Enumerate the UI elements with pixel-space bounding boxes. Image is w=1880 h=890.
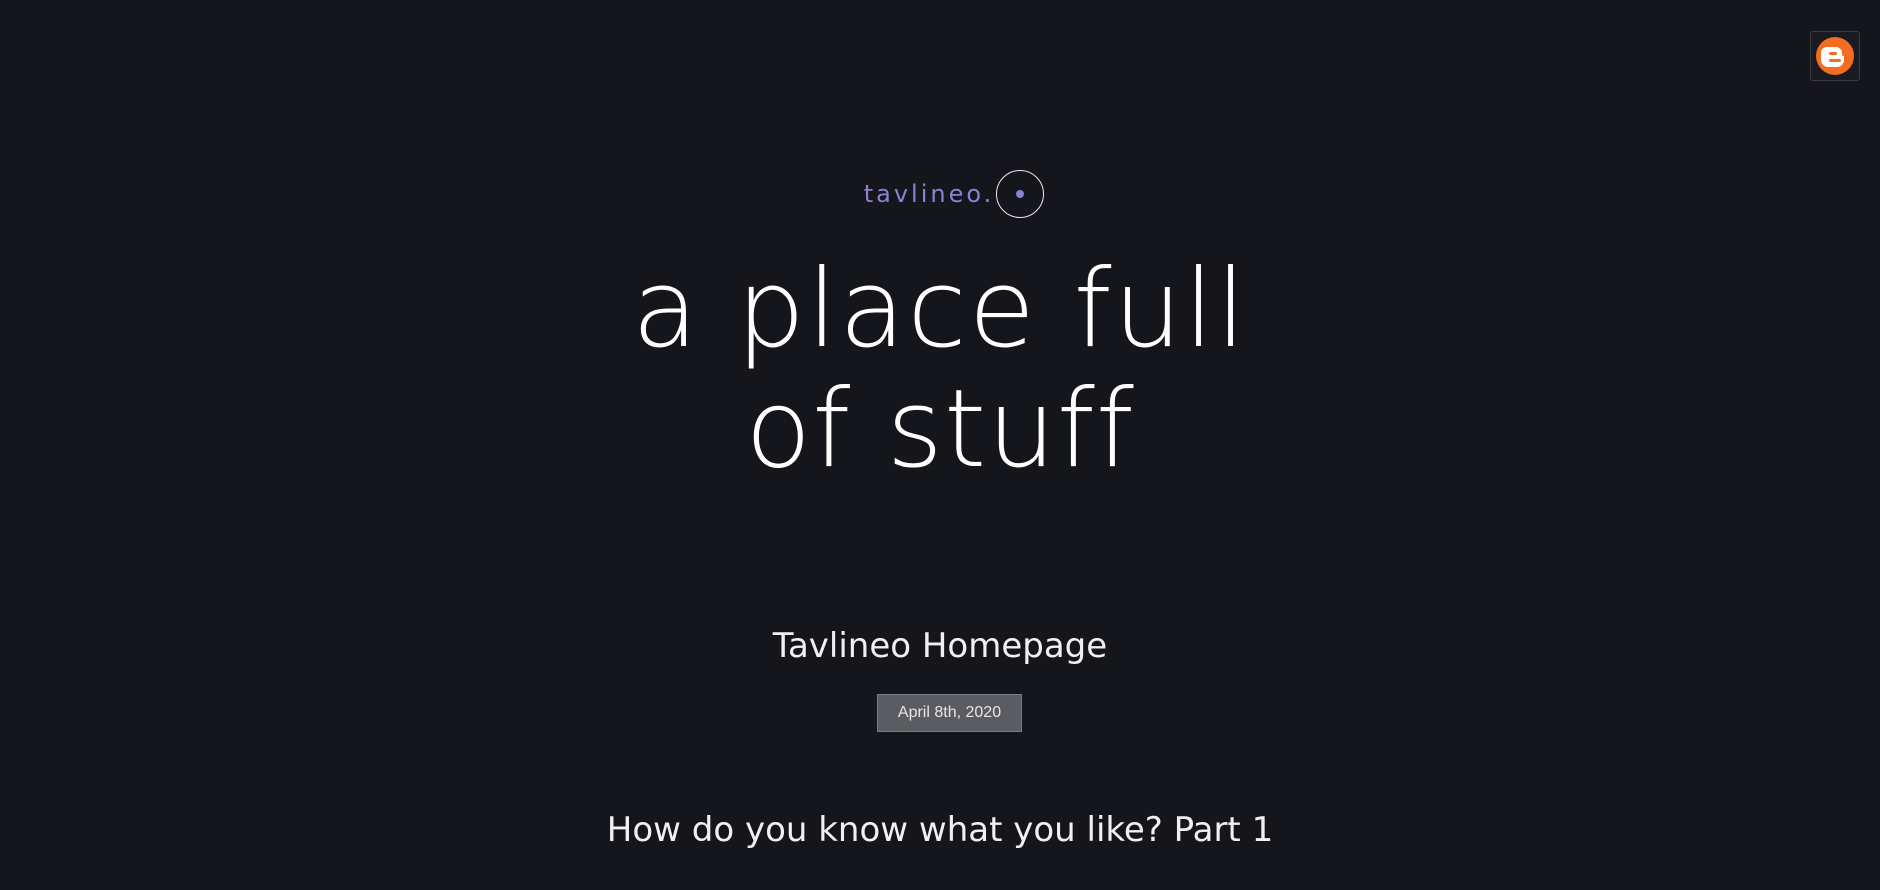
next-post-title[interactable]: How do you know what you like? Part 1 (0, 810, 1880, 850)
blogger-icon (1816, 37, 1854, 75)
post-date-badge: April 8th, 2020 (877, 694, 1022, 732)
blogger-button[interactable] (1810, 31, 1860, 81)
brand-logo[interactable]: tavlineo. (0, 170, 1880, 218)
page: tavlineo. a place full of stuff Tavlineo… (0, 0, 1880, 890)
hero-tagline: a place full of stuff (0, 250, 1880, 490)
brand-ring-icon (996, 170, 1045, 218)
hero-line-2: of stuff (745, 367, 1135, 492)
brand-dot (1016, 190, 1025, 198)
hero-line-1: a place full (632, 247, 1248, 372)
brand-name: tavlineo. (863, 180, 995, 208)
post-title: Tavlineo Homepage (772, 626, 1108, 666)
